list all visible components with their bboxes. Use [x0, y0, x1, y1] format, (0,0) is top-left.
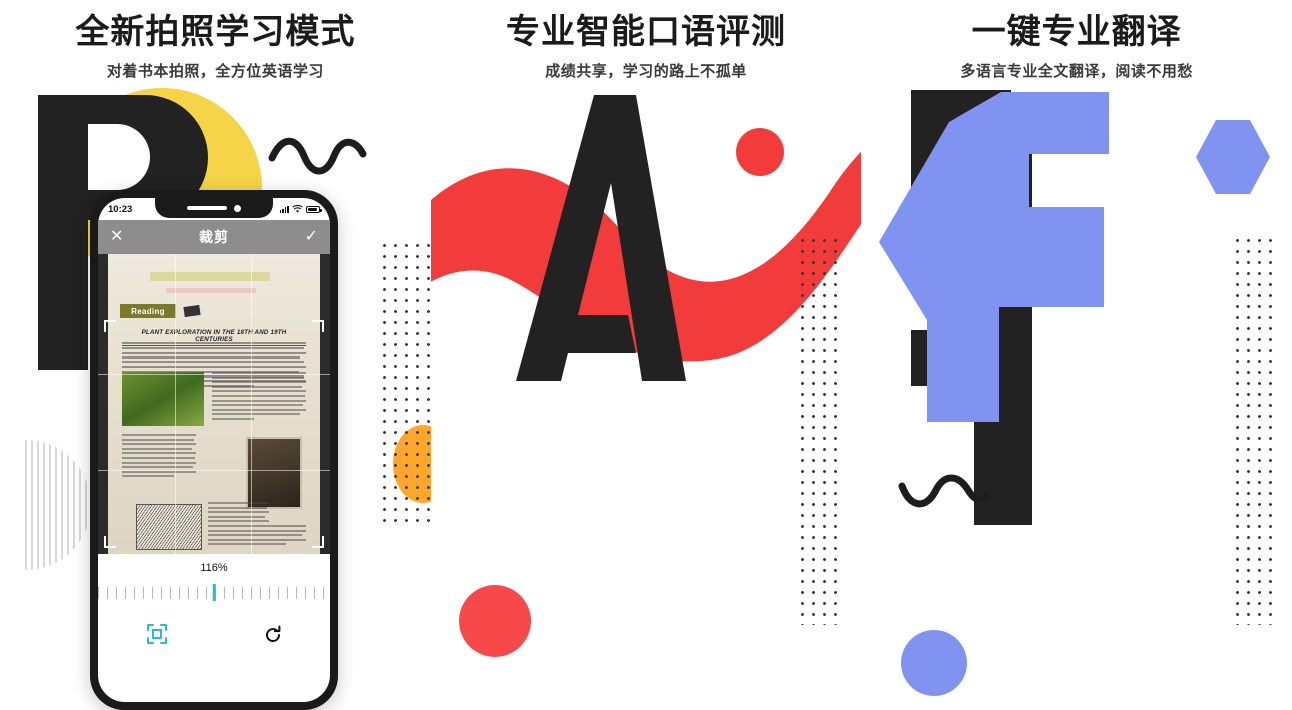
document-paragraph-left: [122, 434, 196, 480]
panel-heading: 一键专业翻译: [971, 13, 1182, 51]
promo-banner: 全新拍照学习模式 对着书本拍照，全方位英语学习 10:23 ✕ 裁剪 ✓ Rea…: [0, 0, 1292, 710]
close-icon[interactable]: ✕: [110, 229, 123, 245]
crop-title: 裁剪: [199, 229, 229, 245]
blue-circle-decoration: [901, 630, 968, 696]
squiggle-decoration: [898, 474, 989, 508]
letter-p-stem-decoration: [38, 95, 88, 370]
document-plant-photo: [122, 372, 204, 426]
status-indicators: [279, 204, 322, 214]
page-stamp-decoration: [183, 304, 201, 318]
purple-arrow-decoration: [879, 92, 1110, 422]
panel-heading: 专业智能口语评测: [505, 13, 786, 51]
dot-grid-decoration: [797, 235, 840, 625]
red-circle-large-decoration: [458, 585, 531, 657]
striped-halfcircle-decoration: [25, 440, 91, 570]
check-icon[interactable]: ✓: [305, 229, 318, 245]
document-engraving-photo: [136, 504, 202, 550]
panel-subheading: 多语言专业全文翻译，阅读不用愁: [960, 63, 1193, 80]
rotate-icon[interactable]: [263, 625, 283, 649]
dot-grid-decoration: [1231, 235, 1274, 625]
crop-handle-bottom-left[interactable]: [104, 536, 116, 548]
red-circle-small-decoration: [735, 128, 784, 176]
document-portrait-photo: [246, 437, 302, 509]
scanned-page: Reading PLANT EXPLORATION IN THE 18TH AN…: [108, 254, 320, 554]
page-highlight-band: [150, 272, 270, 281]
crop-tool-row: [98, 603, 330, 664]
document-preview[interactable]: Reading PLANT EXPLORATION IN THE 18TH AN…: [98, 254, 330, 554]
page-pink-text: [166, 288, 256, 293]
wifi-icon: [292, 204, 303, 213]
panel-heading: 全新拍照学习模式: [75, 13, 356, 51]
crop-handle-bottom-right[interactable]: [312, 536, 324, 548]
document-paragraph-right: [212, 372, 306, 423]
panel-translation: 一键专业翻译 多语言专业全文翻译，阅读不用愁 10:23: [861, 0, 1292, 710]
hexagon-decoration: [1196, 120, 1271, 194]
zoom-ruler-slider[interactable]: [98, 581, 330, 603]
crop-toolbar: ✕ 裁剪 ✓: [98, 220, 330, 254]
crop-handle-top-right[interactable]: [312, 320, 324, 332]
phone-screen: 10:23 ✕ 裁剪 ✓ Reading PLANT EXPLORATION I…: [98, 198, 330, 702]
crop-frame-icon[interactable]: [146, 623, 168, 650]
crop-handle-top-left[interactable]: [104, 320, 116, 332]
zoom-value: 116%: [200, 562, 228, 574]
phone-mockup-crop: 10:23 ✕ 裁剪 ✓ Reading PLANT EXPLORATION I…: [90, 190, 338, 710]
letter-a-decoration: [515, 95, 686, 381]
panel-subheading: 对着书本拍照，全方位英语学习: [106, 63, 324, 80]
zoom-controls: 116%: [98, 554, 330, 664]
panel-speaking-assessment: 专业智能口语评测 成绩共享，学习的路上不孤单 ← Iwonderiftheyca…: [430, 0, 862, 710]
battery-icon: [306, 205, 322, 213]
document-paragraph-bottom: [208, 502, 306, 548]
status-bar: 10:23: [98, 198, 330, 220]
panel-photo-study: 全新拍照学习模式 对着书本拍照，全方位英语学习 10:23 ✕ 裁剪 ✓ Rea…: [0, 0, 431, 710]
reading-label: Reading: [120, 304, 176, 318]
squiggle-decoration: [268, 137, 367, 175]
cellular-signal-icon: [279, 205, 289, 213]
dot-grid-decoration: [378, 240, 431, 530]
panel-subheading: 成绩共享，学习的路上不孤单: [545, 63, 747, 80]
status-time: 10:23: [108, 203, 133, 215]
